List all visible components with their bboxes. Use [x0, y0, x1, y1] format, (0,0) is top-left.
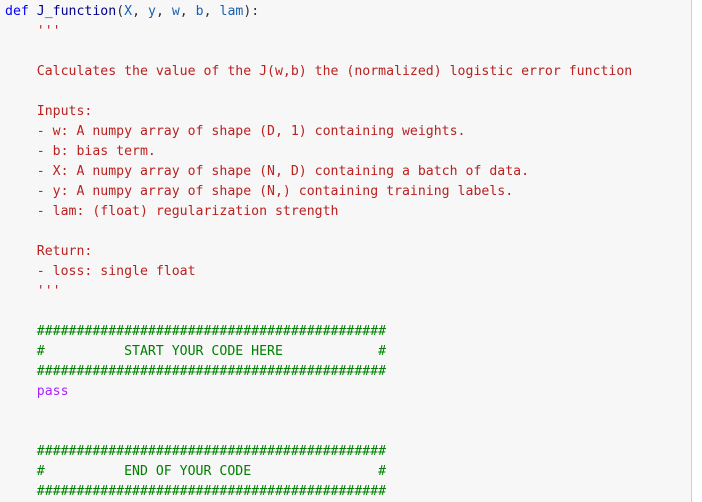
- code-line-end-rule-top: ########################################…: [5, 442, 632, 462]
- code-editor-content[interactable]: def J_function(X, y, w, b, lam): ''' Cal…: [0, 0, 632, 502]
- docstring-return-item: - loss: single float: [36, 264, 196, 279]
- code-line-docstring-open: ''': [5, 22, 632, 42]
- code-line-docstring-summary: Calculates the value of the J(w,b) the (…: [5, 62, 632, 82]
- param-sep-4: ,: [203, 4, 220, 19]
- code-line-return-heading: Return:: [5, 242, 632, 262]
- docstring-open-quotes: ''': [36, 24, 61, 39]
- code-line-blank-3: [5, 222, 632, 242]
- function-name: J_function: [36, 4, 117, 19]
- keyword-def: def: [5, 4, 29, 19]
- code-line-input-y: - y: A numpy array of shape (N,) contain…: [5, 182, 632, 202]
- code-line-input-lam: - lam: (float) regularization strength: [5, 202, 632, 222]
- param-x: X: [124, 4, 133, 19]
- param-lam: lam: [219, 4, 244, 19]
- comment-rule: ########################################…: [36, 364, 387, 379]
- code-line-return-loss: - loss: single float: [5, 262, 632, 282]
- code-line-blank-5: [5, 402, 632, 422]
- code-line-blank-2: [5, 82, 632, 102]
- close-paren-colon: ):: [243, 4, 260, 19]
- code-cell[interactable]: def J_function(X, y, w, b, lam): ''' Cal…: [0, 0, 702, 502]
- code-line-start-banner: # START YOUR CODE HERE #: [5, 342, 632, 362]
- comment-end-of-your-code: # END OF YOUR CODE #: [36, 464, 387, 479]
- docstring-input-item: - y: A numpy array of shape (N,) contain…: [36, 184, 514, 199]
- code-line-input-w: - w: A numpy array of shape (D, 1) conta…: [5, 122, 632, 142]
- docstring-summary: Calculates the value of the J(w,b) the (…: [36, 64, 633, 79]
- code-line-end-banner: # END OF YOUR CODE #: [5, 462, 632, 482]
- param-y: y: [147, 4, 156, 19]
- docstring-input-item: - lam: (float) regularization strength: [36, 204, 339, 219]
- comment-start-your-code-here: # START YOUR CODE HERE #: [36, 344, 387, 359]
- code-line-input-X: - X: A numpy array of shape (N, D) conta…: [5, 162, 632, 182]
- docstring-input-item: - b: bias term.: [36, 144, 156, 159]
- code-line-inputs-heading: Inputs:: [5, 102, 632, 122]
- code-line-blank-1: [5, 42, 632, 62]
- docstring-return-heading: Return:: [36, 244, 93, 259]
- code-line-pass: pass: [5, 382, 632, 402]
- docstring-close-quotes: ''': [36, 284, 61, 299]
- code-line-def: def J_function(X, y, w, b, lam):: [5, 2, 632, 22]
- scrollbar-gutter: [692, 0, 702, 502]
- code-line-start-rule-top: ########################################…: [5, 322, 632, 342]
- docstring-input-item: - X: A numpy array of shape (N, D) conta…: [36, 164, 530, 179]
- comment-rule: ########################################…: [36, 444, 387, 459]
- comment-rule: ########################################…: [36, 324, 387, 339]
- param-b: b: [195, 4, 204, 19]
- docstring-input-item: - w: A numpy array of shape (D, 1) conta…: [36, 124, 466, 139]
- open-paren: (: [116, 4, 125, 19]
- code-line-start-rule-bottom: ########################################…: [5, 362, 632, 382]
- code-line-end-rule-bottom: ########################################…: [5, 482, 632, 502]
- param-sep-1: ,: [132, 4, 148, 19]
- code-line-input-b: - b: bias term.: [5, 142, 632, 162]
- docstring-inputs-heading: Inputs:: [36, 104, 93, 119]
- code-line-blank-4: [5, 302, 632, 322]
- code-line-docstring-close: ''': [5, 282, 632, 302]
- comment-rule: ########################################…: [36, 484, 387, 499]
- code-line-blank-6: [5, 422, 632, 442]
- param-sep-3: ,: [179, 4, 196, 19]
- keyword-pass: pass: [36, 384, 69, 399]
- param-w: w: [171, 4, 180, 19]
- vertical-scrollbar[interactable]: [691, 0, 692, 502]
- param-sep-2: ,: [155, 4, 172, 19]
